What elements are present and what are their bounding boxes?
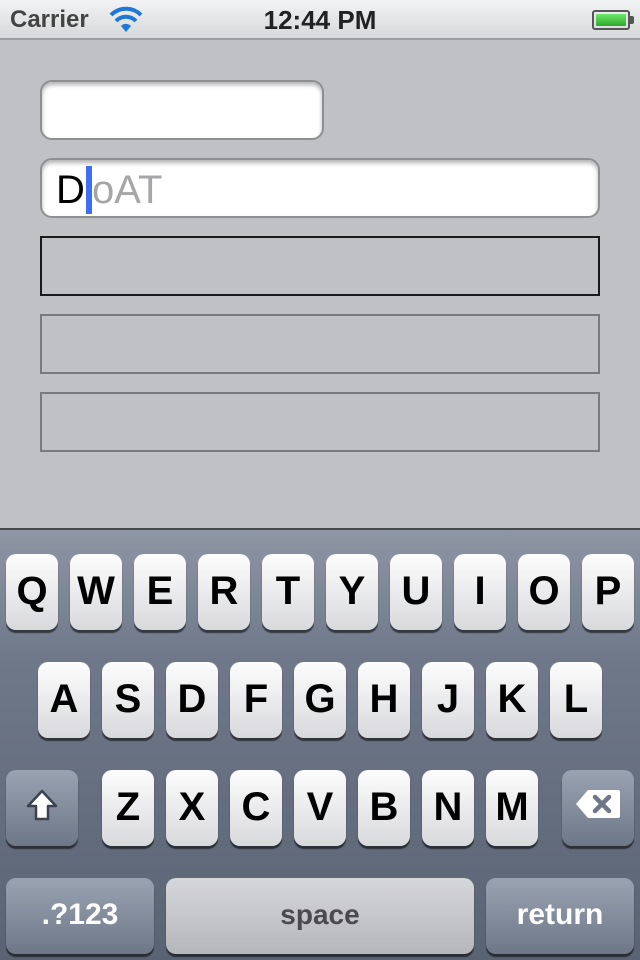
key-t[interactable]: T <box>262 554 314 630</box>
autocomplete-suffix: oAT <box>92 168 163 212</box>
key-e[interactable]: E <box>134 554 186 630</box>
key-f[interactable]: F <box>230 662 282 738</box>
key-g[interactable]: G <box>294 662 346 738</box>
key-v[interactable]: V <box>294 770 346 846</box>
text-field-3[interactable] <box>40 236 600 296</box>
key-a[interactable]: A <box>38 662 90 738</box>
shift-key[interactable] <box>6 770 78 846</box>
key-p[interactable]: P <box>582 554 634 630</box>
key-d[interactable]: D <box>166 662 218 738</box>
key-c[interactable]: C <box>230 770 282 846</box>
delete-key[interactable] <box>562 770 634 846</box>
typed-text: D <box>56 168 85 212</box>
key-l[interactable]: L <box>550 662 602 738</box>
backspace-icon <box>576 790 620 818</box>
text-field-5[interactable] <box>40 392 600 452</box>
text-field-1[interactable] <box>40 80 324 140</box>
key-h[interactable]: H <box>358 662 410 738</box>
key-b[interactable]: B <box>358 770 410 846</box>
key-x[interactable]: X <box>166 770 218 846</box>
status-time: 12:44 PM <box>263 5 377 35</box>
key-z[interactable]: Z <box>102 770 154 846</box>
key-w[interactable]: W <box>70 554 122 630</box>
key-u[interactable]: U <box>390 554 442 630</box>
numbers-key[interactable]: .?123 <box>6 878 154 954</box>
key-n[interactable]: N <box>422 770 474 846</box>
status-bar: Carrier 12:44 PM <box>0 0 640 40</box>
keyboard: Q W E R T Y U I O P A S D F G H J K L Z … <box>0 528 640 960</box>
key-k[interactable]: K <box>486 662 538 738</box>
key-r[interactable]: R <box>198 554 250 630</box>
shift-arrow-icon <box>26 789 58 821</box>
key-i[interactable]: I <box>454 554 506 630</box>
text-field-2[interactable]: D oAT <box>40 158 600 218</box>
key-q[interactable]: Q <box>6 554 58 630</box>
key-m[interactable]: M <box>486 770 538 846</box>
key-j[interactable]: J <box>422 662 474 738</box>
key-y[interactable]: Y <box>326 554 378 630</box>
battery-icon <box>592 10 630 30</box>
return-key[interactable]: return <box>486 878 634 954</box>
key-o[interactable]: O <box>518 554 570 630</box>
space-key[interactable]: space <box>166 878 474 954</box>
key-s[interactable]: S <box>102 662 154 738</box>
battery-tip <box>630 16 634 24</box>
text-field-4[interactable] <box>40 314 600 374</box>
